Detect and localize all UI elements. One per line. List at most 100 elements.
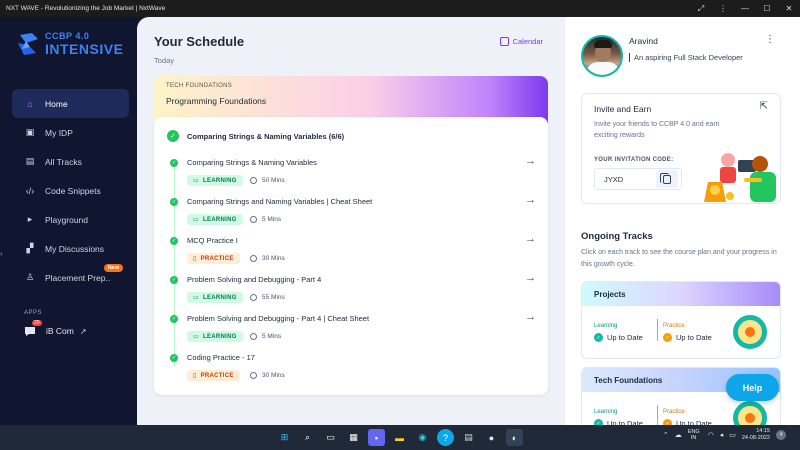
tracks-icon: ▤ [25,156,35,166]
sidebar-item-home[interactable]: ⌂ Home [12,89,129,118]
search-icon[interactable]: ⌕ [299,429,316,446]
duration-label: 5 Mins [262,216,282,223]
new-badge: New [103,264,123,272]
type-badge: ▯ PRACTICE [187,253,240,264]
maximize-button[interactable]: ☐ [756,0,778,17]
clock-icon [250,216,257,223]
sidebar-item-placement-prep[interactable]: ♙ Placement Prep.. New [12,263,129,292]
invite-illustration [704,153,776,202]
schedule-item[interactable]: ✓ Problem Solving and Debugging - Part 4… [170,311,536,352]
sidebar-item-my-idp[interactable]: ▣ My IDP [12,118,129,147]
clock-icon [250,177,257,184]
sidebar-item-playground[interactable]: ▸ Playground [12,205,129,234]
help-app-icon[interactable]: ? [437,429,454,446]
help-button[interactable]: Help [726,374,779,401]
cloud-icon[interactable]: ☁ [675,431,682,439]
browser-icon[interactable]: ◐ [506,429,523,446]
file-explorer-icon[interactable]: ▬ [391,429,408,446]
schedule-subtitle: Today [154,56,175,65]
sidebar-item-label: My Discussions [45,243,105,254]
progress-ring-icon [733,315,767,349]
store-icon[interactable]: ▤ [460,429,477,446]
topic-group-header[interactable]: ✓ Comparing Strings & Naming Variables (… [167,130,344,142]
windows-start-icon[interactable]: ⊞ [276,429,293,446]
check-icon: ✓ [170,159,178,167]
arrow-right-icon[interactable]: → [525,194,536,206]
arrow-right-icon[interactable]: → [525,272,536,284]
browser-menu-icon[interactable]: ⋮ [712,0,734,17]
chevron-up-icon[interactable]: ⌃ [663,431,669,439]
more-options-icon[interactable]: ⋮ [765,34,775,45]
logo-line-1: CCBP 4.0 [45,31,90,41]
type-badge: ▭ LEARNING [187,214,243,225]
sidebar-item-label: My IDP [45,127,73,138]
user-role: An aspiring Full Stack Developer [629,53,743,62]
sidebar-item-label: Code Snippets [45,185,101,196]
clock-icon [250,372,257,379]
divider [657,405,658,427]
collapse-handle-icon[interactable]: ‹ [0,249,3,258]
minimize-button[interactable]: — [734,0,756,17]
widgets-icon[interactable]: ▦ [345,429,362,446]
ib-com-link[interactable]: 20 iB Com ↗ [24,320,87,337]
schedule-item[interactable]: ✓ MCQ Practice I ▯ PRACTICE 30 Mins → [170,233,536,274]
clipboard-icon: ▯ [193,256,197,262]
extensions-icon[interactable]: ⤢ [690,0,712,17]
close-button[interactable]: ✕ [778,0,800,17]
learning-label: Learning [594,409,618,415]
external-link-icon[interactable]: ⇱ [760,101,768,112]
invite-code-label: YOUR INVITATION CODE: [594,157,674,163]
github-icon[interactable]: ● [483,429,500,446]
avatar[interactable] [581,35,623,77]
sidebar-item-label: Placement Prep.. [45,272,111,283]
clock[interactable]: 14:15 24-08-2022 [742,428,770,442]
arrow-right-icon[interactable]: → [525,233,536,245]
schedule-item[interactable]: ✓ Problem Solving and Debugging - Part 4… [170,272,536,313]
duration: 50 Mins [250,177,285,184]
apps-section-label: APPS [24,310,43,316]
window-title: NXT WAVE - Revolutionizing the Job Marke… [6,5,166,12]
item-title: Problem Solving and Debugging - Part 4 |… [187,314,370,323]
track-card-projects[interactable]: Projects Learning ✓ Up to Date Practice ✓… [581,281,781,359]
type-badge: ▭ LEARNING [187,292,243,303]
home-icon: ⌂ [27,98,33,109]
item-title: Coding Practice - 17 [187,353,255,362]
teams-icon[interactable]: ▪ [368,429,385,446]
type-label: LEARNING [202,177,237,184]
calendar-icon [499,37,509,46]
system-tray: ⌃ ☁ ENG IN ◠ ◂ ▭ 14:15 24-08-2022 4 [663,428,792,442]
type-label: PRACTICE [200,255,234,262]
check-icon: ✓ [594,333,603,342]
schedule-item[interactable]: ✓ Comparing Strings & Naming Variables ▭… [170,155,536,196]
sidebar-item-all-tracks[interactable]: ▤ All Tracks [12,147,129,176]
ccbp-logo[interactable]: CCBP 4.0 INTENSIVE [16,31,123,57]
schedule-item[interactable]: ✓ Coding Practice - 17 ▯ PRACTICE 30 Mins [170,353,536,391]
calendar-link[interactable]: Calendar [499,37,543,46]
check-circle-icon: ✓ [167,130,179,142]
language-indicator[interactable]: ENG IN [688,429,700,442]
logo-line-2: INTENSIVE [45,41,124,57]
arrow-right-icon[interactable]: → [525,311,536,323]
edge-icon[interactable]: ◉ [414,429,431,446]
item-title: Problem Solving and Debugging - Part 4 [187,275,322,284]
book-icon: ▭ [193,295,199,301]
browser-title-bar: NXT WAVE - Revolutionizing the Job Marke… [0,0,800,17]
page-title: Your Schedule [154,34,245,49]
practice-label: Practice [663,409,685,415]
sidebar-item-my-discussions[interactable]: ▞ My Discussions [12,234,129,263]
duration: 30 Mins [250,255,285,262]
divider [657,319,658,341]
duration-label: 30 Mins [262,255,285,262]
sidebar-item-code-snippets[interactable]: ‹/› Code Snippets [12,176,129,205]
schedule-item[interactable]: ✓ Comparing Strings and Naming Variables… [170,194,536,235]
wifi-icon[interactable]: ◠ [708,431,714,439]
learning-label: Learning [594,323,618,329]
battery-icon[interactable]: ▭ [729,431,736,439]
arrow-right-icon[interactable]: → [525,155,536,167]
duration: 5 Mins [250,216,281,223]
notification-count[interactable]: 4 [776,430,786,441]
volume-icon[interactable]: ◂ [720,431,724,439]
task-view-icon[interactable]: ▭ [322,429,339,446]
copy-button[interactable] [656,170,678,188]
duration-label: 30 Mins [262,372,285,379]
